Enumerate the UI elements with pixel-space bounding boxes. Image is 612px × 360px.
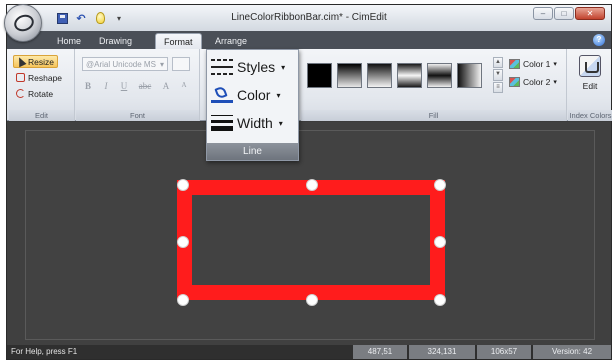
selected-rectangle-shape[interactable] — [177, 180, 445, 300]
resize-button[interactable]: Resize — [13, 55, 58, 68]
gallery-up-arrow-icon[interactable]: ▲ — [493, 57, 503, 69]
tab-drawing[interactable]: Drawing — [91, 33, 140, 49]
line-styles-button[interactable]: Styles ▾ — [211, 56, 295, 78]
chevron-down-icon: ▾ — [278, 118, 283, 128]
font-size-field[interactable] — [172, 57, 190, 71]
strikethrough-button[interactable]: abc — [136, 81, 154, 91]
close-button[interactable]: ✕ — [575, 7, 605, 20]
status-object-position: 324,131 — [409, 345, 475, 359]
bold-button[interactable]: B — [82, 81, 94, 91]
status-version: Version: 42 — [533, 345, 611, 359]
font-name-dropdown[interactable]: @Arial Unicode MS ▾ — [82, 57, 168, 71]
italic-button[interactable]: I — [100, 81, 112, 91]
rotate-label: Rotate — [28, 88, 54, 99]
palette-icon — [509, 76, 520, 87]
fill-swatch-solid-black[interactable] — [307, 63, 332, 88]
line-width-icon — [211, 115, 233, 131]
font-style-buttons: B I U abc A A — [82, 81, 190, 91]
fill-swatch-gradient-horizontal[interactable] — [457, 63, 482, 88]
grow-font-button[interactable]: A — [160, 81, 172, 91]
color1-button[interactable]: Color 1 ▾ — [509, 57, 557, 70]
resize-handle-bottom-right[interactable] — [434, 294, 446, 306]
fill-swatch-gradient-center-dark[interactable] — [427, 63, 452, 88]
resize-handle-top-right[interactable] — [434, 179, 446, 191]
minimize-button[interactable]: – — [533, 7, 553, 20]
resize-handle-top-center[interactable] — [306, 179, 318, 191]
cursor-icon — [15, 55, 27, 68]
status-object-size: 106x57 — [477, 345, 531, 359]
line-styles-label: Styles — [237, 59, 276, 75]
resize-handle-bottom-left[interactable] — [177, 294, 189, 306]
gallery-down-arrow-icon[interactable]: ▼ — [493, 69, 503, 81]
line-group-label: Line — [207, 143, 298, 160]
status-bar: For Help, press F1 487,51 324,131 106x57… — [7, 345, 611, 359]
fill-swatch-gradient-top-dark[interactable] — [367, 63, 392, 88]
fill-group-label: Fill — [301, 110, 566, 121]
fill-gallery-scroll: ▲ ▼ ≡ — [493, 57, 503, 93]
edit-label: Edit — [582, 81, 598, 91]
help-icon[interactable]: ? — [593, 34, 605, 46]
resize-handle-top-left[interactable] — [177, 179, 189, 191]
rotate-button[interactable]: Rotate — [13, 87, 56, 100]
window-controls: – □ ✕ — [533, 7, 605, 20]
color2-label: Color 2 — [523, 76, 551, 87]
font-group-label: Font — [76, 110, 199, 121]
line-width-label: Width — [237, 115, 273, 131]
rotate-icon — [16, 89, 25, 98]
maximize-button[interactable]: □ — [554, 7, 574, 20]
line-color-icon — [211, 85, 233, 103]
fill-swatch-gradient-vertical[interactable] — [337, 63, 362, 88]
reshape-label: Reshape — [28, 72, 63, 83]
window-title: LineColorRibbonBar.cim* - CimEdit — [231, 12, 387, 23]
line-group-panel: Styles ▾ Color ▾ Width ▾ Line — [206, 49, 299, 161]
underline-button[interactable]: U — [118, 81, 130, 91]
resize-handle-middle-right[interactable] — [434, 236, 446, 248]
tab-arrange[interactable]: Arrange — [207, 33, 255, 49]
chevron-down-icon: ▾ — [276, 90, 281, 100]
paint-bucket-icon — [579, 55, 601, 77]
line-color-label: Color — [237, 87, 271, 103]
chevron-down-icon: ▾ — [281, 62, 286, 72]
reshape-icon — [16, 73, 25, 82]
ribbon: Resize Reshape Rotate Edit @Arial Unicod… — [7, 49, 612, 121]
chevron-down-icon: ▾ — [553, 78, 557, 86]
chevron-down-icon: ▾ — [553, 60, 557, 68]
font-group: @Arial Unicode MS ▾ B I U abc A A Font — [76, 49, 200, 121]
color2-button[interactable]: Color 2 ▾ — [509, 75, 557, 88]
gallery-more-icon[interactable]: ≡ — [493, 81, 503, 93]
application-menu-button[interactable] — [4, 4, 42, 42]
resize-handle-bottom-center[interactable] — [306, 294, 318, 306]
status-help-text: For Help, press F1 — [11, 347, 78, 356]
palette-icon — [509, 58, 520, 69]
resize-label: Resize — [28, 56, 54, 67]
tab-format[interactable]: Format — [155, 33, 202, 49]
app-logo-icon — [11, 12, 37, 34]
resize-handle-middle-left[interactable] — [177, 236, 189, 248]
reshape-button[interactable]: Reshape — [13, 71, 65, 84]
title-bar: ↶ ▾ LineColorRibbonBar.cim* - CimEdit – … — [7, 5, 611, 31]
shrink-font-button[interactable]: A — [178, 81, 190, 91]
tab-home[interactable]: Home — [49, 33, 89, 49]
font-name-value: @Arial Unicode MS — [86, 59, 156, 69]
index-colors-group-label: Index Colors — [568, 110, 612, 121]
line-styles-icon — [211, 59, 233, 75]
ribbon-tabs: Home Drawing Format Arrange ? — [7, 31, 611, 49]
color1-label: Color 1 — [523, 58, 551, 69]
index-colors-edit-button[interactable]: Edit — [573, 51, 607, 107]
edit-group: Resize Reshape Rotate Edit — [9, 49, 75, 121]
chevron-down-icon: ▾ — [159, 59, 164, 69]
line-width-button[interactable]: Width ▾ — [211, 112, 295, 134]
edit-group-label: Edit — [9, 110, 74, 121]
line-color-button[interactable]: Color ▾ — [211, 84, 295, 106]
status-cursor-position: 487,51 — [353, 345, 407, 359]
fill-swatch-gradient-center-light[interactable] — [397, 63, 422, 88]
